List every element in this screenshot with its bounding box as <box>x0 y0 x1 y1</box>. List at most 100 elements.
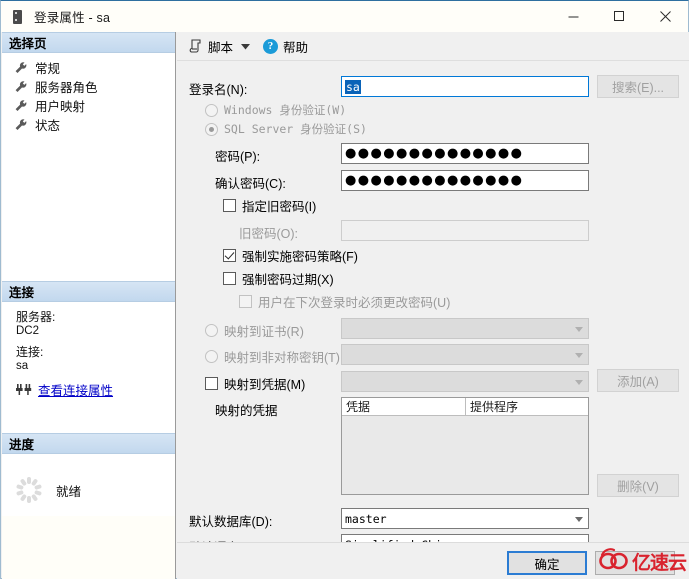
ok-button[interactable]: 确定 <box>507 551 587 575</box>
specify-old-password-label: 指定旧密码(I) <box>242 200 317 214</box>
old-password-input[interactable] <box>341 220 589 241</box>
script-icon <box>189 39 203 53</box>
enforce-password-expiration-label: 强制密码过期(X) <box>242 273 334 287</box>
sidebar-item-label: 服务器角色 <box>35 81 98 95</box>
enforce-password-policy-checkbox[interactable] <box>223 249 236 262</box>
sidebar-item-status[interactable]: 状态 <box>2 115 175 134</box>
table-body <box>342 416 588 494</box>
old-password-label: 旧密码(O): <box>239 227 299 241</box>
page-list: 常规 服务器角色 用户映射 状态 <box>2 53 175 134</box>
server-icon <box>10 9 26 25</box>
close-button[interactable] <box>642 1 688 32</box>
map-credential-row[interactable]: 映射到凭据(M) <box>205 374 305 393</box>
map-certificate-select[interactable] <box>341 318 589 339</box>
map-asymmetric-key-label: 映射到非对称密钥(T) <box>224 351 340 365</box>
delete-credential-button[interactable]: 删除(V) <box>597 474 679 497</box>
windows-auth-label: Windows 身份验证(W) <box>224 103 347 117</box>
general-page-form: 登录名(N): sa 搜索(E)... Windows 身份验证(W) SQL … <box>177 61 689 555</box>
map-asymmetric-key-select[interactable] <box>341 344 589 365</box>
sql-auth-radio[interactable] <box>205 122 218 136</box>
window-controls <box>550 1 688 32</box>
enforce-password-policy-row[interactable]: 强制实施密码策略(F) <box>177 246 689 265</box>
maximize-button[interactable] <box>596 1 642 32</box>
add-credential-button[interactable]: 添加(A) <box>597 369 679 392</box>
connection-panel: 服务器: DC2 连接: sa 查看连接属性 <box>2 302 175 433</box>
script-label: 脚本 <box>208 40 234 55</box>
view-connection-properties-row[interactable]: 查看连接属性 <box>16 380 175 399</box>
toolbar: 脚本 ? 帮助 <box>177 32 689 61</box>
windows-auth-row[interactable]: Windows 身份验证(W) <box>177 102 689 118</box>
confirm-password-label: 确认密码(C): <box>215 177 286 191</box>
cancel-button[interactable] <box>595 551 675 575</box>
must-change-password-label: 用户在下次登录时必须更改密码(U) <box>258 296 451 310</box>
progress-panel: 就绪 <box>2 454 175 516</box>
select-page-header: 选择页 <box>2 32 175 53</box>
search-button[interactable]: 搜索(E)... <box>597 75 679 98</box>
map-credential-checkbox[interactable] <box>205 377 218 390</box>
column-header-credential: 凭据 <box>342 398 466 416</box>
view-connection-properties-link[interactable]: 查看连接属性 <box>38 380 113 399</box>
server-label: 服务器: <box>16 310 56 324</box>
chevron-down-icon <box>575 352 583 358</box>
connection-plug-icon <box>16 383 32 397</box>
mapped-credentials-table[interactable]: 凭据 提供程序 <box>341 397 589 495</box>
must-change-password-checkbox[interactable] <box>239 295 252 308</box>
page-list-panel: 常规 服务器角色 用户映射 状态 <box>2 53 175 281</box>
sidebar-item-label: 用户映射 <box>35 100 86 114</box>
wrench-icon <box>14 80 28 94</box>
enforce-password-policy-label: 强制实施密码策略(F) <box>242 250 358 264</box>
password-label: 密码(P): <box>215 150 261 164</box>
connection-header: 连接 <box>2 281 175 302</box>
sidebar: 选择页 常规 服务器角色 用户映射 状态 连接 服务器: DC2 连接: sa … <box>2 32 176 579</box>
map-certificate-radio[interactable] <box>205 324 218 337</box>
confirm-password-value: ●●●●●●●●●●●●●● <box>345 173 524 188</box>
progress-spinner-icon <box>16 477 42 503</box>
enforce-password-expiration-row[interactable]: 强制密码过期(X) <box>177 269 689 288</box>
sidebar-item-label: 常规 <box>35 62 61 76</box>
map-credential-select[interactable] <box>341 371 589 392</box>
wrench-icon <box>14 61 28 75</box>
login-name-label: 登录名(N): <box>189 83 248 97</box>
progress-header: 进度 <box>2 433 175 454</box>
enforce-password-expiration-checkbox[interactable] <box>223 272 236 285</box>
sidebar-item-user-mapping[interactable]: 用户映射 <box>2 96 175 115</box>
specify-old-password-checkbox[interactable] <box>223 199 236 212</box>
map-asymmetric-key-radio[interactable] <box>205 350 218 363</box>
map-asymmetric-key-row[interactable]: 映射到非对称密钥(T) <box>205 347 340 366</box>
must-change-password-row[interactable]: 用户在下次登录时必须更改密码(U) <box>177 292 689 311</box>
server-value: DC2 <box>16 325 40 337</box>
connection-value: sa <box>16 360 29 372</box>
script-dropdown-button[interactable] <box>237 35 253 57</box>
specify-old-password-row[interactable]: 指定旧密码(I) <box>177 196 689 215</box>
login-properties-window: 登录属性 - sa 选择页 常规 服务器角色 用户映射 状态 连接 服务器: D… <box>0 0 689 579</box>
password-input[interactable]: ●●●●●●●●●●●●●● <box>341 143 589 164</box>
default-database-label: 默认数据库(D): <box>189 515 273 529</box>
windows-auth-radio[interactable] <box>205 103 218 117</box>
sql-auth-row[interactable]: SQL Server 身份验证(S) <box>177 121 689 137</box>
chevron-down-icon <box>575 516 583 522</box>
chevron-down-icon <box>240 39 250 53</box>
map-credential-label: 映射到凭据(M) <box>224 378 306 392</box>
map-certificate-row[interactable]: 映射到证书(R) <box>205 321 304 340</box>
script-button[interactable]: 脚本 <box>185 35 237 57</box>
default-database-select[interactable]: master <box>341 508 589 529</box>
confirm-password-input[interactable]: ●●●●●●●●●●●●●● <box>341 170 589 191</box>
password-value: ●●●●●●●●●●●●●● <box>345 146 524 161</box>
sidebar-item-server-roles[interactable]: 服务器角色 <box>2 77 175 96</box>
wrench-icon <box>14 99 28 113</box>
help-button[interactable]: ? 帮助 <box>259 35 312 57</box>
progress-status: 就绪 <box>56 484 82 499</box>
map-certificate-label: 映射到证书(R) <box>224 325 304 339</box>
sql-auth-label: SQL Server 身份验证(S) <box>224 122 367 136</box>
sidebar-item-label: 状态 <box>35 119 61 133</box>
mapped-credentials-label: 映射的凭据 <box>215 404 278 418</box>
sidebar-item-general[interactable]: 常规 <box>2 58 175 77</box>
chevron-down-icon <box>575 379 583 385</box>
wrench-icon <box>14 118 28 132</box>
title-bar: 登录属性 - sa <box>1 1 688 32</box>
login-name-input[interactable]: sa <box>341 76 589 97</box>
window-title: 登录属性 - sa <box>34 11 111 25</box>
minimize-button[interactable] <box>550 1 596 32</box>
table-header-row: 凭据 提供程序 <box>342 398 588 416</box>
help-label: 帮助 <box>283 40 309 55</box>
